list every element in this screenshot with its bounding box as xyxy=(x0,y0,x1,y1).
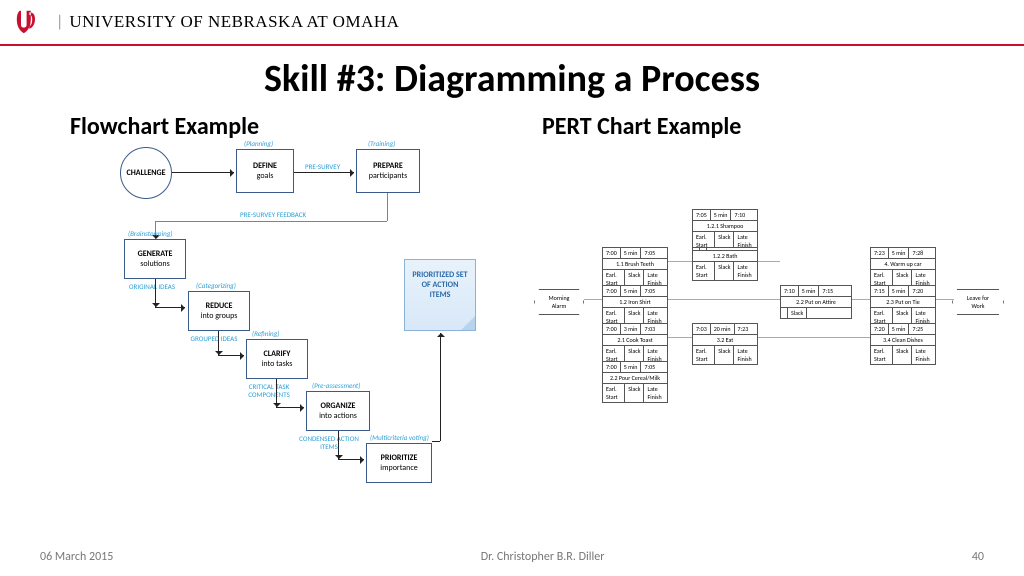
pert-node: 7:105 min7:152.2 Put on AttireSlack xyxy=(780,285,852,319)
arrow xyxy=(155,307,185,308)
pert-node: 7:235 min7:284. Warm up carEarl. StartSl… xyxy=(870,247,936,289)
footer-page: 40 xyxy=(972,550,984,564)
arrow xyxy=(338,459,364,460)
node-start: Morning Alarm xyxy=(534,289,584,315)
tag-define: (Planning) xyxy=(244,139,273,148)
line xyxy=(668,261,692,262)
subtitle-flowchart: Flowchart Example xyxy=(0,112,512,141)
pert-node: 7:005 min7:051.2 Iron ShirtEarl. StartSl… xyxy=(602,285,668,327)
line xyxy=(936,299,954,300)
pert-node: 7:155 min7:202.3 Put on TieEarl. StartSl… xyxy=(870,285,936,327)
pert-node: 7:055 min7:101.2.1 ShampooEarl. StartSla… xyxy=(692,209,758,251)
arrow xyxy=(155,279,156,307)
tag-prepare: (Training) xyxy=(368,139,395,148)
note-prioritized: PRIORITIZED SET OF ACTION ITEMS xyxy=(404,259,476,331)
node-end: Leave for Work xyxy=(952,289,1004,315)
line xyxy=(758,261,780,262)
line xyxy=(852,299,870,300)
line xyxy=(668,337,692,338)
footer: 06 March 2015 Dr. Christopher B.R. Dille… xyxy=(0,550,1024,564)
feedback-line xyxy=(155,221,387,222)
arrow xyxy=(440,333,441,441)
label-feedback: PRE-SURVEY FEEDBACK xyxy=(240,211,306,219)
label-critical: CRITICAL TASK COMPONENTS xyxy=(240,383,298,398)
node-generate: GENERATEsolutions xyxy=(124,239,186,279)
arrow xyxy=(432,441,440,442)
line xyxy=(668,299,780,300)
line xyxy=(584,299,602,300)
subtitle-pert: PERT Chart Example xyxy=(512,112,1024,141)
pert-node: 7:205 min7:253.4 Clean DishesEarl. Start… xyxy=(870,323,936,365)
arrow xyxy=(172,172,234,173)
node-clarify: CLARIFYinto tasks xyxy=(246,339,308,379)
arrow xyxy=(294,172,354,173)
pert-node: 7:003 min7:032.1 Cook ToastEarl. StartSl… xyxy=(602,323,668,365)
label-condensed: CONDENSED ACTION ITEMS xyxy=(298,435,360,450)
tag-reduce: (Categorizing) xyxy=(196,281,236,290)
tag-organize: (Pre-assessment) xyxy=(312,381,360,390)
label-grouped: GROUPED IDEAS xyxy=(190,335,238,343)
header: | UNIVERSITY OF NEBRASKA AT OMAHA xyxy=(0,0,1024,46)
pert-node: 7:0320 min7:233.2 EatEarl. StartSlackLat… xyxy=(692,323,758,365)
arrow xyxy=(218,331,219,355)
university-name: UNIVERSITY OF NEBRASKA AT OMAHA xyxy=(69,12,399,32)
separator: | xyxy=(56,13,63,32)
line xyxy=(758,337,870,338)
tag-prioritize: (Multicriteria voting) xyxy=(370,433,429,442)
flowchart-diagram: CHALLENGE (Planning) DEFINEgoals (Traini… xyxy=(0,141,512,501)
label-original: ORIGINAL IDEAS xyxy=(128,283,176,291)
tag-generate: (Brainstorming) xyxy=(128,229,173,238)
footer-date: 06 March 2015 xyxy=(40,550,113,564)
university-logo-icon xyxy=(14,8,42,36)
arrow xyxy=(218,355,244,356)
node-organize: ORGANIZEinto actions xyxy=(306,391,370,431)
arrow xyxy=(338,431,339,459)
label-presurvey: PRE-SURVEY xyxy=(305,163,340,171)
pert-node: 7:005 min7:052.2 Pour Cereal/MilkEarl. S… xyxy=(602,361,668,403)
node-reduce: REDUCEinto groups xyxy=(188,291,250,331)
footer-author: Dr. Christopher B.R. Diller xyxy=(481,550,605,564)
node-challenge: CHALLENGE xyxy=(120,147,172,199)
tag-clarify: (Refining) xyxy=(252,329,279,338)
pert-node: 7:005 min7:051.1 Brush TeethEarl. StartS… xyxy=(602,247,668,289)
arrow xyxy=(276,407,304,408)
node-prioritize: PRIORITIZEimportance xyxy=(366,443,432,483)
pert-node: 1.2.2 BathEarl. StartSlackLate Finish xyxy=(692,247,758,281)
arrow xyxy=(387,193,388,221)
page-title: Skill #3: Diagramming a Process xyxy=(0,56,1024,102)
pert-diagram: Morning Alarm Leave for Work 7:005 min7:… xyxy=(512,141,1024,501)
node-prepare: PREPAREparticipants xyxy=(356,149,420,193)
arrow xyxy=(276,379,277,407)
node-define: DEFINEgoals xyxy=(236,149,294,193)
